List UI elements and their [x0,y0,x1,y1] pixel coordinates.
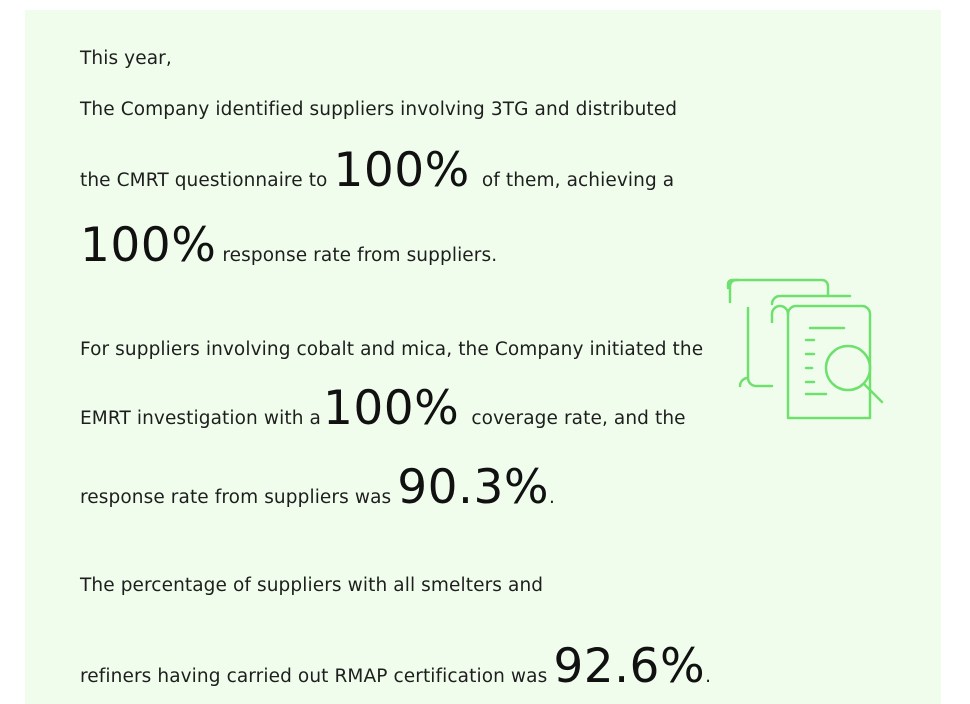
para3-line2-pre: refiners having carried out RMAP certifi… [80,666,548,687]
para1-line2-pre: the CMRT questionnaire to [80,170,328,191]
para1-line3: 100% response rate from suppliers. [80,222,497,269]
stat-emrt-coverage: 100% [322,381,460,436]
para2-line3-period: . [549,487,556,508]
para1-line2-post: of them, achieving a [481,170,675,191]
para2-line2-post: coverage rate, and the [471,408,686,429]
para2-line1: For suppliers involving cobalt and mica,… [80,339,704,360]
stat-cmrt-distribution: 100% [333,143,470,198]
stat-emrt-response: 90.3% [397,460,550,515]
document-search-icon [722,274,892,426]
para1-line3-post: response rate from suppliers. [222,245,498,266]
intro-text: This year, [80,48,172,69]
para3-line2: refiners having carried out RMAP certifi… [80,643,711,690]
para2-line3-pre: response rate from suppliers was [80,487,392,508]
stat-cmrt-response: 100% [80,218,217,273]
para1-line1: The Company identified suppliers involvi… [80,99,678,120]
para2-line2-pre: EMRT investigation with a [80,408,321,429]
para2-line2: EMRT investigation with a100% coverage ra… [80,385,686,432]
para1-line2: the CMRT questionnaire to 100% of them, a… [80,147,674,194]
para3-line1: The percentage of suppliers with all sme… [80,575,544,596]
para3-line2-period: . [705,666,712,687]
stat-rmap-certification: 92.6% [553,639,706,694]
para2-line3: response rate from suppliers was 90.3%. [80,464,555,511]
